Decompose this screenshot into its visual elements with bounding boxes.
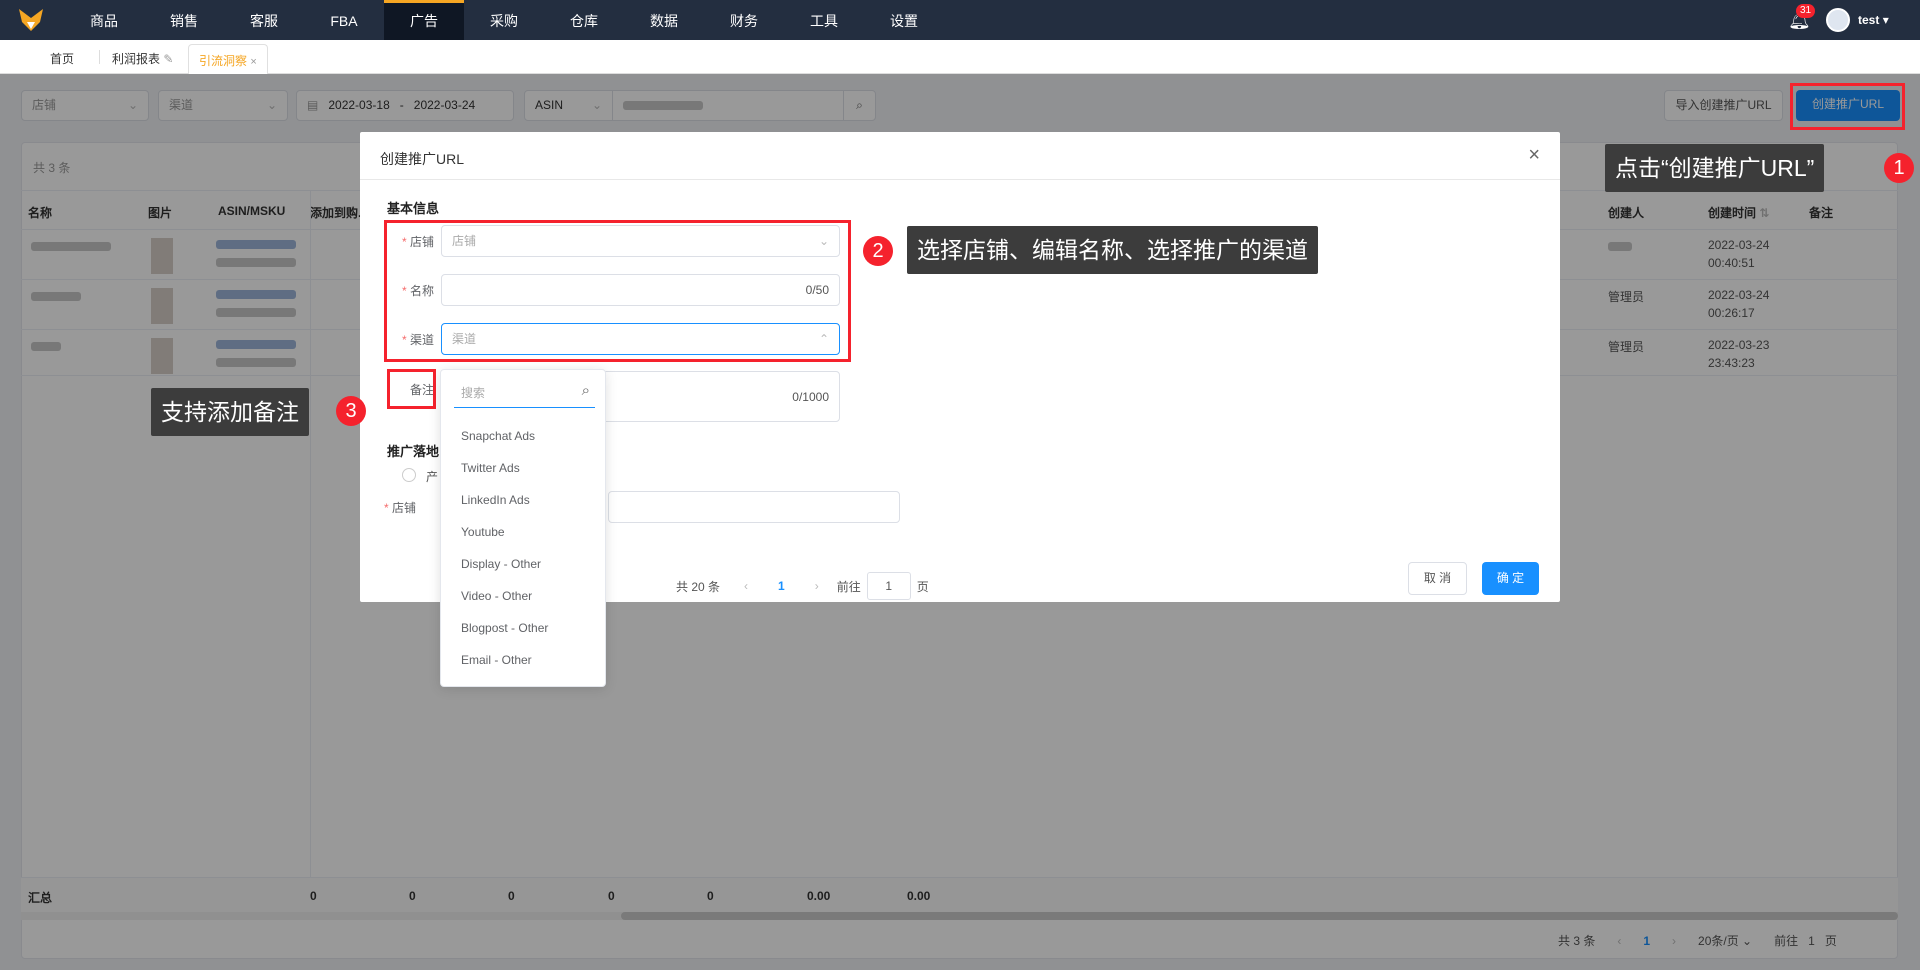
dropdown-option[interactable]: Snapchat Ads [461,429,535,443]
radio-label: 产 [426,470,439,484]
nav-item-tools[interactable]: 工具 [784,0,864,40]
tab-label: 引流洞察 [199,54,248,68]
tab-label: 利润报表 [112,52,161,66]
pagination-total: 共 20 条 [676,579,721,594]
landing-store-input[interactable] [608,491,900,523]
dialog-pagination: 共 20 条 ‹ 1 › 前往 1 页 [676,572,929,600]
nav-item-fba[interactable]: FBA [304,0,384,40]
landing-store-label: * 店铺 [383,501,416,515]
callout-tooltip: 选择店铺、编辑名称、选择推广的渠道 [907,226,1318,274]
step-badge: 2 [863,236,893,266]
confirm-button[interactable]: 确 定 [1482,562,1539,595]
divider [360,179,1560,180]
nav-item-service[interactable]: 客服 [224,0,304,40]
radio-button[interactable] [402,468,416,482]
highlight-box [1790,83,1905,130]
avatar[interactable] [1826,8,1850,32]
close-icon[interactable]: × [250,56,256,68]
divider [99,50,100,64]
page-number[interactable]: 1 [778,579,785,593]
label-text: 店铺 [391,501,416,515]
channel-dropdown: 搜索 ⌕ Snapchat Ads Twitter Ads LinkedIn Ad… [440,369,606,687]
next-page-icon[interactable]: › [815,579,819,593]
top-nav: 商品 销售 客服 FBA 广告 采购 仓库 数据 财务 工具 设置 🔔︎ 31 … [0,0,1920,40]
nav-item-data[interactable]: 数据 [624,0,704,40]
caret-down-icon: ▾ [1882,13,1889,27]
nav-item-products[interactable]: 商品 [64,0,144,40]
dialog-title: 创建推广URL [380,151,465,167]
section-basic-info: 基本信息 [387,201,440,216]
page-tabs: 首页 利润报表 ✎ 引流洞察 × [0,40,1920,74]
nav-item-warehouse[interactable]: 仓库 [544,0,624,40]
step-badge: 1 [1884,153,1914,183]
search-icon: ⌕ [581,382,590,399]
nav-item-settings[interactable]: 设置 [864,0,944,40]
step-badge: 3 [336,396,366,426]
dropdown-option[interactable]: Blogpost - Other [461,621,548,635]
nav-item-sales[interactable]: 销售 [144,0,224,40]
nav-item-finance[interactable]: 财务 [704,0,784,40]
tab-traffic-insight[interactable]: 引流洞察 × [188,44,268,74]
dropdown-option[interactable]: Twitter Ads [461,461,520,475]
page-unit: 页 [916,579,929,594]
search-placeholder: 搜索 [461,386,486,400]
callout-tooltip: 点击“创建推广URL” [1605,144,1825,192]
goto-input[interactable]: 1 [866,572,911,600]
pin-icon[interactable]: ✎ [163,52,173,66]
prev-page-icon[interactable]: ‹ [744,579,748,593]
highlight-box [384,220,851,362]
tab-home[interactable]: 首页 [50,50,74,67]
dropdown-option[interactable]: Video - Other [461,589,532,603]
callout-tooltip: 支持添加备注 [151,388,309,436]
section-landing: 推广落地 [387,444,440,459]
cancel-button[interactable]: 取 消 [1408,562,1467,595]
char-counter: 0/1000 [792,390,829,404]
close-icon[interactable]: × [1528,144,1540,167]
dropdown-search-input[interactable]: 搜索 ⌕ [454,382,595,408]
user-menu[interactable]: test ▾ [1858,13,1889,27]
dropdown-option[interactable]: Email - Other [461,653,532,667]
dropdown-option[interactable]: Display - Other [461,557,541,571]
notification-badge: 31 [1796,4,1816,18]
nav-item-purchase[interactable]: 采购 [464,0,544,40]
fox-logo-icon [19,9,43,31]
highlight-box [387,369,436,409]
username: test [1858,13,1880,27]
goto-label: 前往 [836,579,861,594]
nav-item-ads[interactable]: 广告 [384,0,464,40]
dropdown-option[interactable]: LinkedIn Ads [461,493,530,507]
tab-profit-report[interactable]: 利润报表 ✎ [112,50,173,67]
dropdown-option[interactable]: Youtube [461,525,505,539]
